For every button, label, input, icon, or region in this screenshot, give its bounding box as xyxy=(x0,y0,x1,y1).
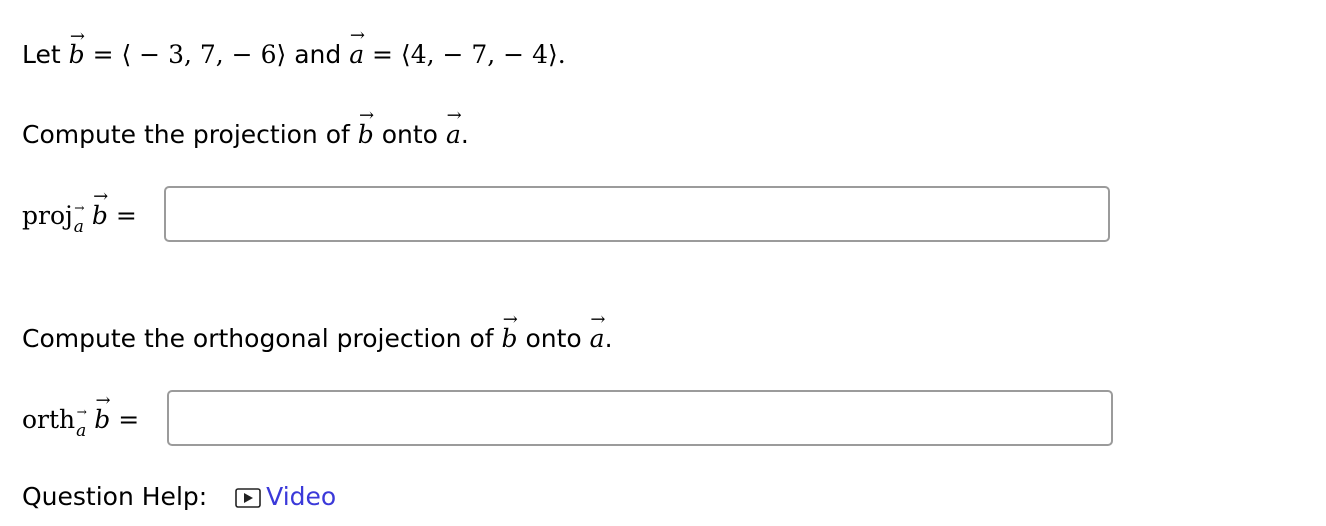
video-help-link[interactable]: Video xyxy=(235,482,336,511)
orthogonal-projection-label: orth → a → b = xyxy=(22,389,140,448)
subscript-vector-a: → a xyxy=(73,201,85,237)
vector-a-value: = ⟨4, − 7, − 4⟩. xyxy=(364,40,566,69)
vector-arrow: → xyxy=(95,389,111,411)
projection-label: proj → a → b = xyxy=(22,185,137,244)
subscript-vector-a: → a xyxy=(76,405,87,441)
vector-b: → b xyxy=(94,389,111,434)
vector-b: → b xyxy=(501,308,518,353)
vector-arrow: → xyxy=(93,185,109,207)
vector-arrow: → xyxy=(590,308,606,330)
vector-a: → a xyxy=(349,24,365,69)
vector-arrow: → xyxy=(502,308,518,330)
prompt-text: . xyxy=(604,324,613,353)
vector-arrow: → xyxy=(74,201,85,216)
prompt-text: onto xyxy=(373,120,446,149)
and-text: and xyxy=(294,40,342,69)
projection-prompt: Compute the projection of → b onto → a. xyxy=(22,104,469,152)
prompt-text: Compute the projection of xyxy=(22,120,358,149)
vector-b-value: = ⟨ − 3, 7, − 6⟩ xyxy=(84,40,295,69)
problem-statement: Let → b = ⟨ − 3, 7, − 6⟩ and → a = ⟨4, − 7… xyxy=(22,24,566,72)
orthogonal-projection-prompt: Compute the orthogonal projection of → b … xyxy=(22,308,613,356)
equals-sign: = xyxy=(107,201,137,230)
proj-operator: proj xyxy=(22,201,73,230)
play-video-icon xyxy=(235,483,261,508)
vector-arrow: → xyxy=(349,24,365,46)
vector-b: → b xyxy=(68,25,85,69)
orthogonal-projection-answer-input[interactable] xyxy=(167,390,1113,446)
vector-a: → a xyxy=(589,308,606,353)
prompt-text: Compute the orthogonal projection of xyxy=(22,324,502,353)
question-help-label: Question Help: xyxy=(22,482,208,511)
prompt-text: onto xyxy=(517,324,590,353)
let-text: Let xyxy=(22,40,61,69)
vector-arrow: → xyxy=(446,104,462,126)
prompt-text: . xyxy=(460,120,469,149)
vector-b: → b xyxy=(91,185,109,230)
vector-arrow: → xyxy=(76,405,87,420)
vector-arrow: → xyxy=(358,104,375,126)
vector-arrow: → xyxy=(69,25,85,47)
vector-a: → a xyxy=(445,104,462,149)
projection-answer-input[interactable] xyxy=(164,186,1110,242)
video-link-label: Video xyxy=(266,482,337,511)
orth-operator: orth xyxy=(22,405,76,434)
question-help: Question Help: Video xyxy=(22,480,336,514)
vector-b: → b xyxy=(357,104,375,149)
equals-sign: = xyxy=(110,405,140,434)
